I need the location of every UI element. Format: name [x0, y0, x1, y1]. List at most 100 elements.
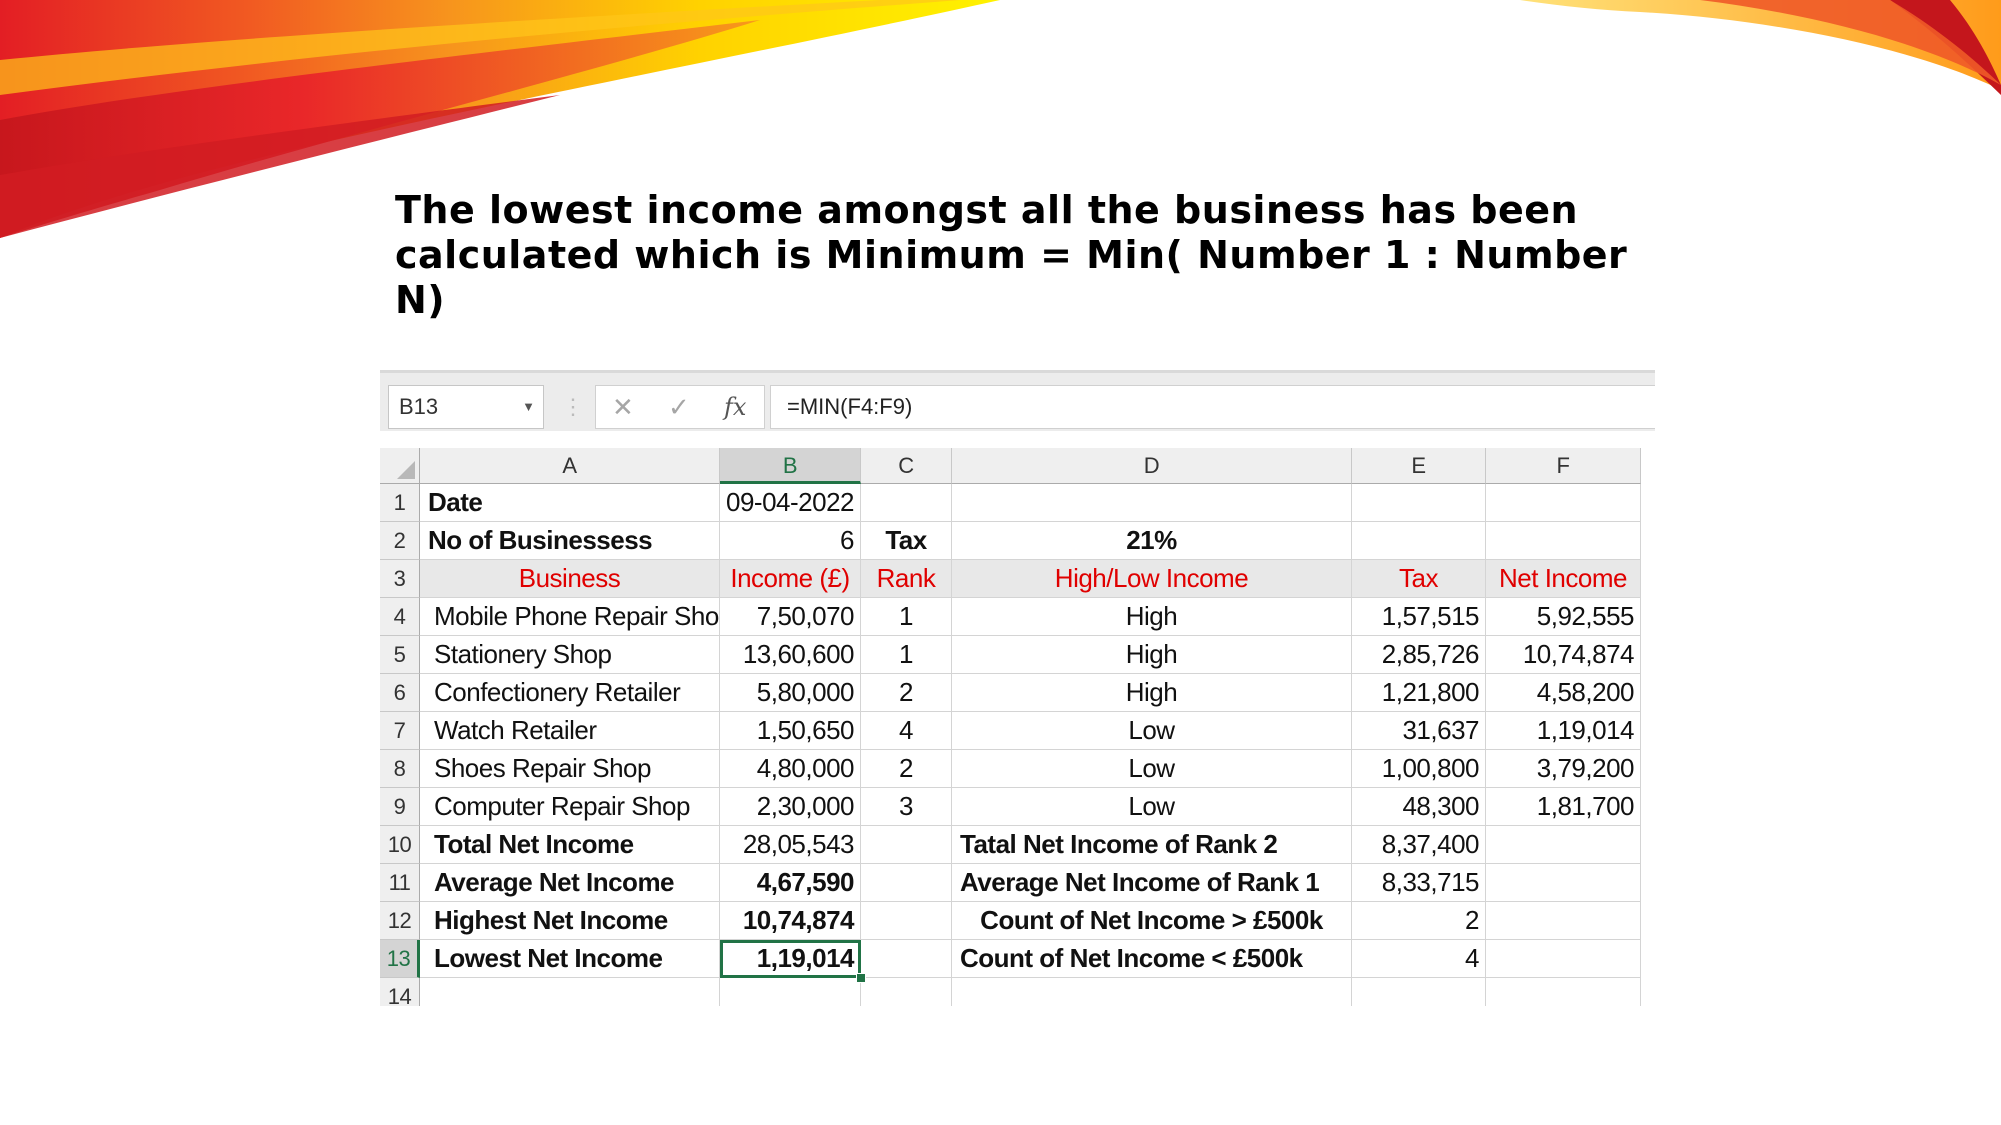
- table-cell[interactable]: [1486, 864, 1641, 902]
- table-cell[interactable]: [1352, 978, 1486, 1006]
- table-cell[interactable]: 5,80,000: [720, 674, 861, 712]
- select-all-button[interactable]: [380, 448, 420, 484]
- check-icon[interactable]: ✓: [668, 386, 690, 428]
- table-cell[interactable]: 8,37,400: [1352, 826, 1486, 864]
- table-cell[interactable]: Tax: [861, 522, 952, 560]
- table-cell[interactable]: 1,57,515: [1352, 598, 1486, 636]
- table-cell[interactable]: [861, 826, 952, 864]
- table-cell[interactable]: 21%: [952, 522, 1352, 560]
- table-cell[interactable]: 13,60,600: [720, 636, 861, 674]
- row-header[interactable]: 7: [380, 712, 420, 750]
- table-cell[interactable]: 5,92,555: [1486, 598, 1641, 636]
- row-header[interactable]: 11: [380, 864, 420, 902]
- table-cell[interactable]: Low: [952, 712, 1352, 750]
- formula-input[interactable]: =MIN(F4:F9): [770, 385, 1655, 429]
- table-cell[interactable]: [952, 978, 1352, 1006]
- function-icon[interactable]: fx: [724, 386, 746, 428]
- row-header[interactable]: 10: [380, 826, 420, 864]
- row-header[interactable]: 12: [380, 902, 420, 940]
- table-cell[interactable]: 8,33,715: [1352, 864, 1486, 902]
- table-cell[interactable]: 1,19,014: [720, 940, 861, 978]
- table-cell[interactable]: 4,58,200: [1486, 674, 1641, 712]
- table-cell[interactable]: 1,19,014: [1486, 712, 1641, 750]
- column-header-f[interactable]: F: [1486, 448, 1641, 484]
- column-header-e[interactable]: E: [1352, 448, 1486, 484]
- row-header[interactable]: 6: [380, 674, 420, 712]
- table-cell[interactable]: [420, 978, 720, 1006]
- drag-handle-icon[interactable]: ⋮: [562, 387, 584, 427]
- table-cell[interactable]: Average Net Income of Rank 1: [952, 864, 1352, 902]
- close-icon[interactable]: ✕: [612, 386, 634, 428]
- table-cell[interactable]: Mobile Phone Repair Shop: [420, 598, 720, 636]
- table-cell[interactable]: 4,67,590: [720, 864, 861, 902]
- table-cell[interactable]: 6: [720, 522, 861, 560]
- table-cell[interactable]: Low: [952, 750, 1352, 788]
- table-cell[interactable]: [861, 484, 952, 522]
- table-cell[interactable]: No of Businessess: [420, 522, 720, 560]
- table-cell[interactable]: 09-04-2022: [720, 484, 861, 522]
- table-cell[interactable]: Confectionery Retailer: [420, 674, 720, 712]
- row-header[interactable]: 1: [380, 484, 420, 522]
- table-cell[interactable]: 31,637: [1352, 712, 1486, 750]
- table-cell[interactable]: 2,30,000: [720, 788, 861, 826]
- table-cell[interactable]: High: [952, 674, 1352, 712]
- table-cell[interactable]: 1,81,700: [1486, 788, 1641, 826]
- table-cell[interactable]: [720, 978, 861, 1006]
- fill-handle[interactable]: [856, 973, 866, 983]
- table-cell[interactable]: Business: [420, 560, 720, 598]
- row-header[interactable]: 3: [380, 560, 420, 598]
- table-cell[interactable]: 4: [1352, 940, 1486, 978]
- chevron-down-icon[interactable]: ▼: [522, 386, 535, 428]
- table-cell[interactable]: [1486, 902, 1641, 940]
- table-cell[interactable]: Watch Retailer: [420, 712, 720, 750]
- table-cell[interactable]: Highest Net Income: [420, 902, 720, 940]
- table-cell[interactable]: [1486, 484, 1641, 522]
- table-cell[interactable]: 2: [1352, 902, 1486, 940]
- table-cell[interactable]: Computer Repair Shop: [420, 788, 720, 826]
- table-cell[interactable]: Count of Net Income < £500k: [952, 940, 1352, 978]
- row-header[interactable]: 14: [380, 978, 420, 1006]
- table-cell[interactable]: [861, 902, 952, 940]
- table-cell[interactable]: 3,79,200: [1486, 750, 1641, 788]
- table-cell[interactable]: 1: [861, 598, 952, 636]
- table-cell[interactable]: 28,05,543: [720, 826, 861, 864]
- table-cell[interactable]: 10,74,874: [720, 902, 861, 940]
- column-header-d[interactable]: D: [952, 448, 1352, 484]
- table-cell[interactable]: 2: [861, 750, 952, 788]
- table-cell[interactable]: High: [952, 598, 1352, 636]
- table-cell[interactable]: [1486, 978, 1641, 1006]
- table-cell[interactable]: 1,00,800: [1352, 750, 1486, 788]
- table-cell[interactable]: Date: [420, 484, 720, 522]
- table-cell[interactable]: [1486, 940, 1641, 978]
- table-cell[interactable]: 2,85,726: [1352, 636, 1486, 674]
- name-box[interactable]: B13 ▼: [388, 385, 544, 429]
- table-cell[interactable]: Stationery Shop: [420, 636, 720, 674]
- table-cell[interactable]: 3: [861, 788, 952, 826]
- row-header[interactable]: 2: [380, 522, 420, 560]
- column-header-c[interactable]: C: [861, 448, 952, 484]
- table-cell[interactable]: Tax: [1352, 560, 1486, 598]
- table-cell[interactable]: [861, 940, 952, 978]
- table-cell[interactable]: 2: [861, 674, 952, 712]
- table-cell[interactable]: Total Net Income: [420, 826, 720, 864]
- table-cell[interactable]: 4,80,000: [720, 750, 861, 788]
- table-cell[interactable]: 48,300: [1352, 788, 1486, 826]
- row-header[interactable]: 9: [380, 788, 420, 826]
- table-cell[interactable]: [1486, 826, 1641, 864]
- table-cell[interactable]: 7,50,070: [720, 598, 861, 636]
- table-cell[interactable]: High/Low Income: [952, 560, 1352, 598]
- table-cell[interactable]: 1,50,650: [720, 712, 861, 750]
- table-cell[interactable]: [861, 978, 952, 1006]
- row-header[interactable]: 4: [380, 598, 420, 636]
- column-header-a[interactable]: A: [420, 448, 720, 484]
- table-cell[interactable]: [952, 484, 1352, 522]
- table-cell[interactable]: Tatal Net Income of Rank 2: [952, 826, 1352, 864]
- table-cell[interactable]: 1,21,800: [1352, 674, 1486, 712]
- table-cell[interactable]: Rank: [861, 560, 952, 598]
- table-cell[interactable]: [1352, 484, 1486, 522]
- column-header-b[interactable]: B: [720, 448, 861, 484]
- row-header[interactable]: 5: [380, 636, 420, 674]
- table-cell[interactable]: 10,74,874: [1486, 636, 1641, 674]
- table-cell[interactable]: Shoes Repair Shop: [420, 750, 720, 788]
- table-cell[interactable]: 4: [861, 712, 952, 750]
